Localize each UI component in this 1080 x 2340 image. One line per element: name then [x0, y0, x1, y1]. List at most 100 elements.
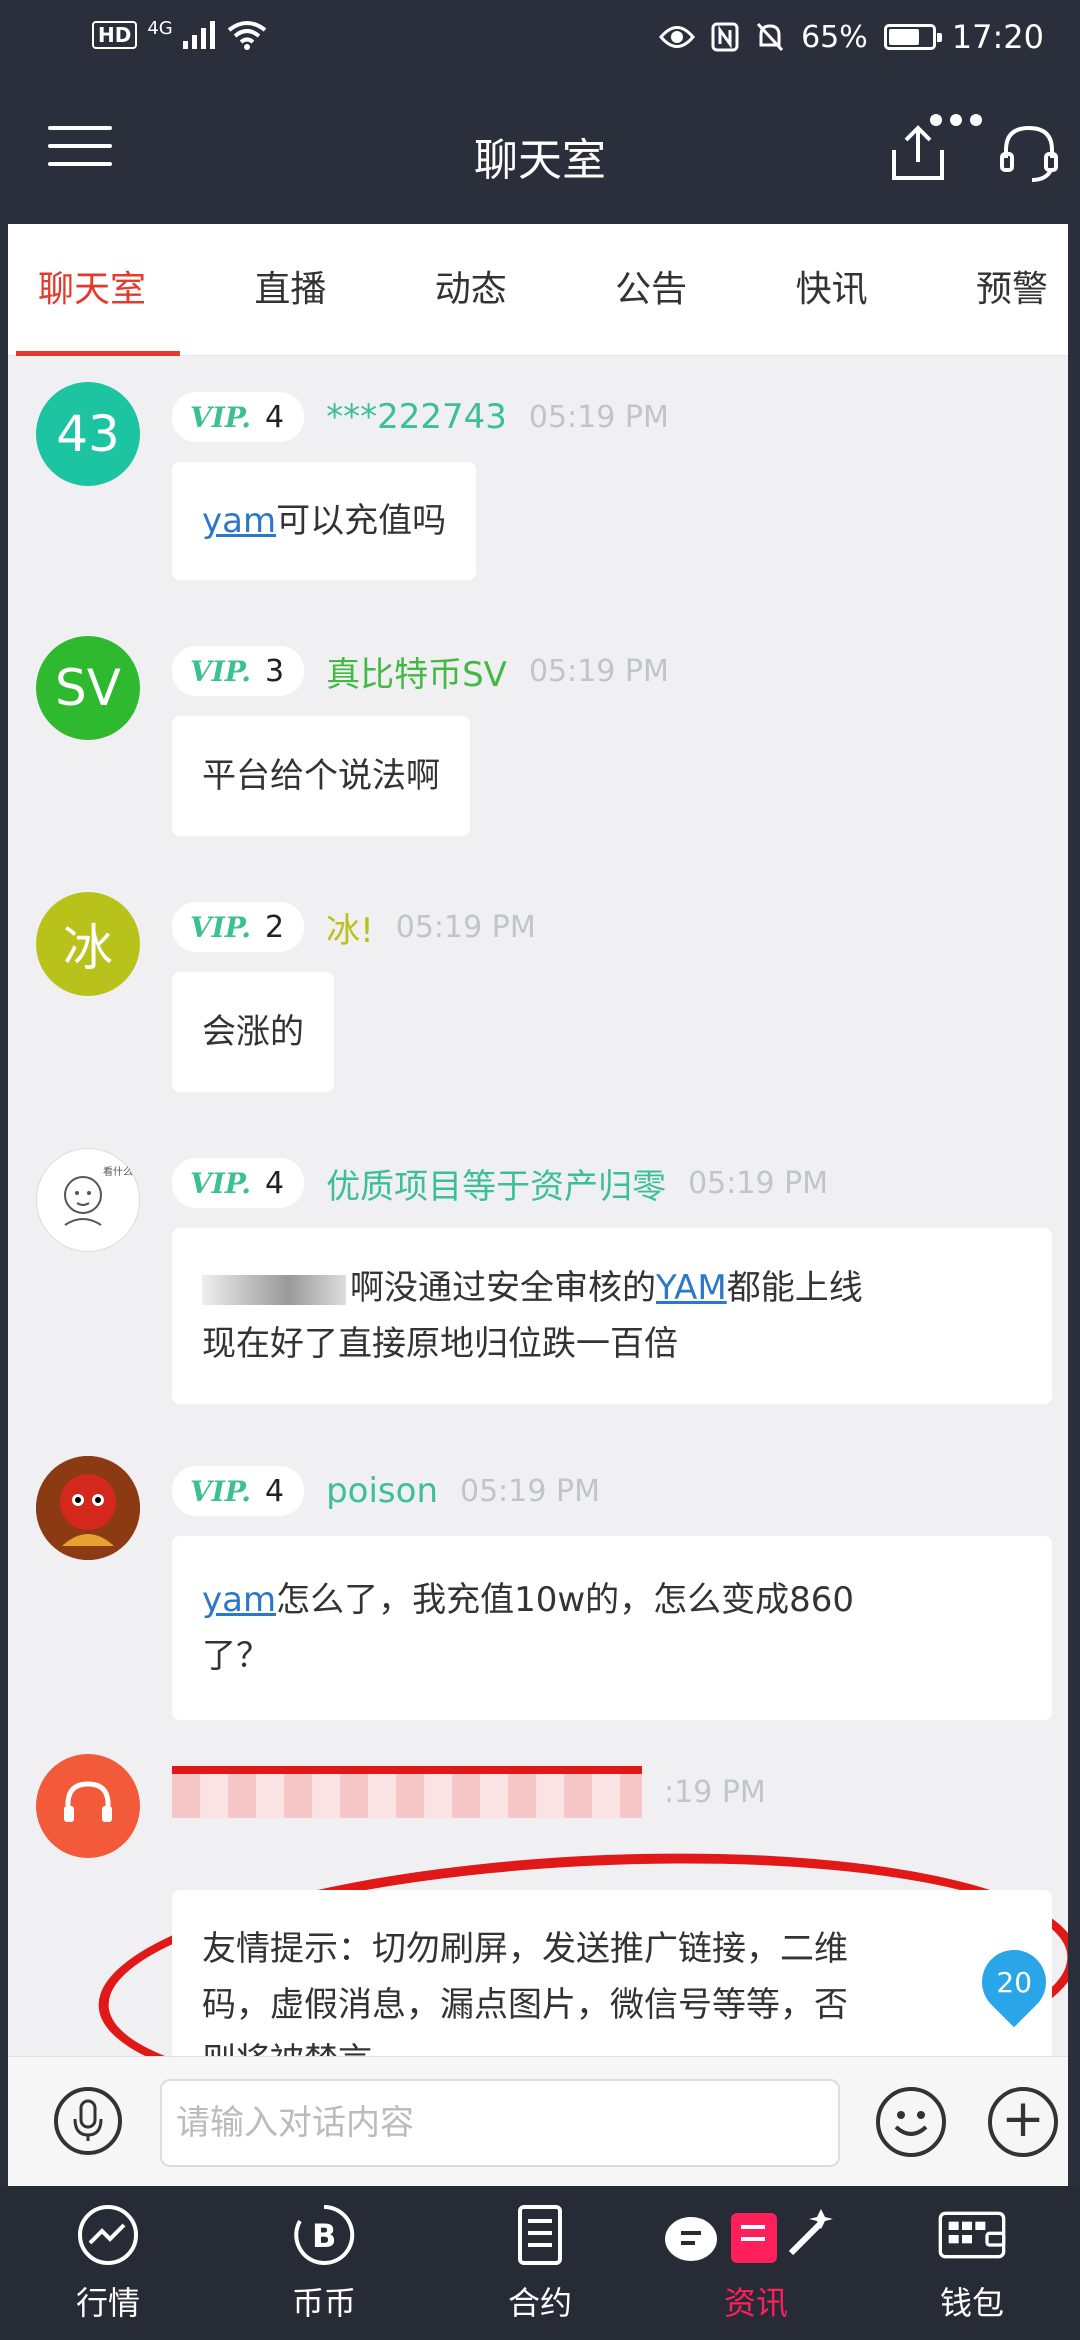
- message-time: 05:19 PM: [528, 399, 669, 435]
- vip-icon: VIP.: [190, 400, 251, 434]
- status-right: 65% 17:20: [659, 18, 1044, 56]
- nav-item-spot[interactable]: B 币币: [216, 2186, 432, 2340]
- keyword-link[interactable]: yam: [202, 1580, 276, 1620]
- message-text: 平台给个说法啊: [202, 756, 440, 796]
- vip-icon: VIP.: [190, 654, 251, 688]
- message-time: 05:19 PM: [528, 653, 669, 689]
- nav-item-news[interactable]: 资讯: [648, 2186, 864, 2340]
- nav-label: 资讯: [723, 2284, 788, 2322]
- microphone-icon[interactable]: [54, 2087, 122, 2155]
- document-icon: [505, 2200, 575, 2270]
- avatar[interactable]: 43: [36, 382, 140, 486]
- message-meta: VIP. 4 优质项目等于资产归零 05:19 PM: [172, 1158, 828, 1208]
- vip-badge: VIP. 3: [172, 646, 305, 696]
- username[interactable]: 优质项目等于资产归零: [326, 1159, 666, 1208]
- message-meta: VIP. 4 poison 05:19 PM: [172, 1466, 600, 1516]
- message-bubble[interactable]: 啊没通过安全审核的YAM都能上线 现在好了直接原地归位跌一百倍: [172, 1228, 1052, 1404]
- message-text-line: 现在好了直接原地归位跌一百倍: [202, 1324, 678, 1364]
- vip-badge: VIP. 4: [172, 1158, 305, 1208]
- avatar[interactable]: 冰: [36, 892, 140, 996]
- message-bubble[interactable]: yam可以充值吗: [172, 462, 477, 580]
- headset-icon[interactable]: [996, 120, 1062, 186]
- vip-level: 4: [265, 1473, 285, 1509]
- tab-chatroom[interactable]: 聊天室: [15, 224, 181, 356]
- message-text: 友情提示：切勿刷屏，发送推广链接，二维: [202, 1929, 848, 1969]
- more-dots-icon[interactable]: [930, 114, 982, 126]
- eye-icon: [659, 26, 696, 48]
- trend-icon: [73, 2200, 143, 2270]
- vip-level: 4: [265, 1165, 285, 1201]
- vip-level: 4: [265, 399, 285, 435]
- keyword-link[interactable]: yam: [202, 501, 276, 541]
- message-meta: VIP. 4 ***222743 05:19 PM: [172, 392, 669, 442]
- nfc-icon: [711, 22, 739, 52]
- message-text: 会涨的: [202, 1012, 304, 1052]
- status-left: HD 4G: [92, 17, 267, 50]
- chat-input-bar: +: [8, 2056, 1068, 2186]
- message-bubble[interactable]: yam怎么了，我充值10w的，怎么变成860 了？: [172, 1536, 1052, 1720]
- wifi-icon: [227, 21, 266, 50]
- wallet-icon: [937, 2200, 1007, 2270]
- message-bubble[interactable]: 友情提示：切勿刷屏，发送推广链接，二维 码，虚假消息，漏点图片，微信号等等，否 …: [172, 1890, 1052, 2056]
- vip-badge: VIP. 2: [172, 902, 305, 952]
- cartoon-avatar-icon[interactable]: 看什么: [36, 1148, 140, 1252]
- nav-label: 币币: [291, 2284, 356, 2322]
- hd-badge: HD: [92, 21, 138, 49]
- tab-flash-news[interactable]: 快讯: [796, 224, 868, 356]
- nav-label: 合约: [507, 2284, 572, 2322]
- message-time: 05:19 PM: [395, 909, 536, 945]
- username[interactable]: 真比特币SV: [326, 647, 507, 696]
- keyword-link[interactable]: YAM: [656, 1268, 727, 1308]
- vip-level: 2: [265, 909, 285, 945]
- message-text: yam可以充值吗: [202, 501, 447, 541]
- vip-icon: VIP.: [190, 1474, 251, 1508]
- app-header: 聊天室: [0, 80, 1080, 224]
- tab-live[interactable]: 直播: [254, 224, 326, 356]
- clock-time: 17:20: [951, 18, 1044, 56]
- svg-text:看什么: 看什么: [103, 1165, 133, 1178]
- message-bubble[interactable]: 会涨的: [172, 972, 334, 1092]
- emoji-icon[interactable]: [876, 2087, 946, 2157]
- message-text: yam怎么了，我充值10w的，怎么变成860: [202, 1580, 855, 1620]
- network-type: 4G: [147, 17, 173, 39]
- bottom-navigation: 行情 B 币币 合约 资讯 钱包: [0, 2186, 1080, 2340]
- vip-badge: VIP. 4: [172, 392, 305, 442]
- vip-level: 3: [265, 653, 285, 689]
- message-text-line: 码，虚假消息，漏点图片，微信号等等，否: [202, 1985, 848, 2025]
- add-attachment-icon[interactable]: +: [988, 2087, 1058, 2157]
- message-text-line: 了？: [202, 1636, 270, 1676]
- mute-bell-icon: [756, 22, 784, 52]
- chat-message-list[interactable]: 43 VIP. 4 ***222743 05:19 PM yam可以充值吗 SV…: [8, 356, 1068, 2056]
- avatar[interactable]: SV: [36, 636, 140, 740]
- nav-item-wallet[interactable]: 钱包: [864, 2186, 1080, 2340]
- message-meta: VIP. 2 冰! 05:19 PM: [172, 902, 536, 952]
- username[interactable]: 冰!: [326, 903, 374, 952]
- nav-item-contract[interactable]: 合约: [432, 2186, 648, 2340]
- chat-input[interactable]: [160, 2079, 840, 2167]
- share-icon[interactable]: [888, 120, 948, 184]
- message-bubble[interactable]: 平台给个说法啊: [172, 716, 470, 836]
- blurred-mention: [202, 1274, 346, 1305]
- headset-support-avatar-icon[interactable]: [36, 1754, 140, 1858]
- message-time: 05:19 PM: [460, 1473, 600, 1509]
- message-time: :19 PM: [664, 1774, 766, 1810]
- nav-item-market[interactable]: 行情: [0, 2186, 216, 2340]
- vip-icon: VIP.: [190, 910, 251, 944]
- status-bar: HD 4G 65% 17:20: [0, 0, 1080, 80]
- signal-icon: [182, 21, 215, 49]
- username[interactable]: poison: [326, 1471, 438, 1511]
- tab-feed[interactable]: 动态: [435, 224, 507, 356]
- message-text-line: 则将被禁言。: [202, 2033, 1022, 2056]
- tab-alert[interactable]: 预警: [976, 224, 1048, 356]
- news-icon: [661, 2200, 851, 2270]
- battery-fill: [888, 29, 919, 45]
- tab-announcement[interactable]: 公告: [615, 224, 687, 356]
- message-meta: :19 PM: [172, 1766, 766, 1818]
- battery-icon: [883, 24, 942, 50]
- svg-text:B: B: [312, 2217, 336, 2255]
- red-character-avatar-icon[interactable]: [36, 1456, 140, 1560]
- bitcoin-icon: B: [289, 2200, 359, 2270]
- username[interactable]: ***222743: [326, 397, 507, 437]
- vip-icon: VIP.: [190, 1166, 251, 1200]
- tab-bar: 聊天室 直播 动态 公告 快讯 预警: [8, 224, 1068, 356]
